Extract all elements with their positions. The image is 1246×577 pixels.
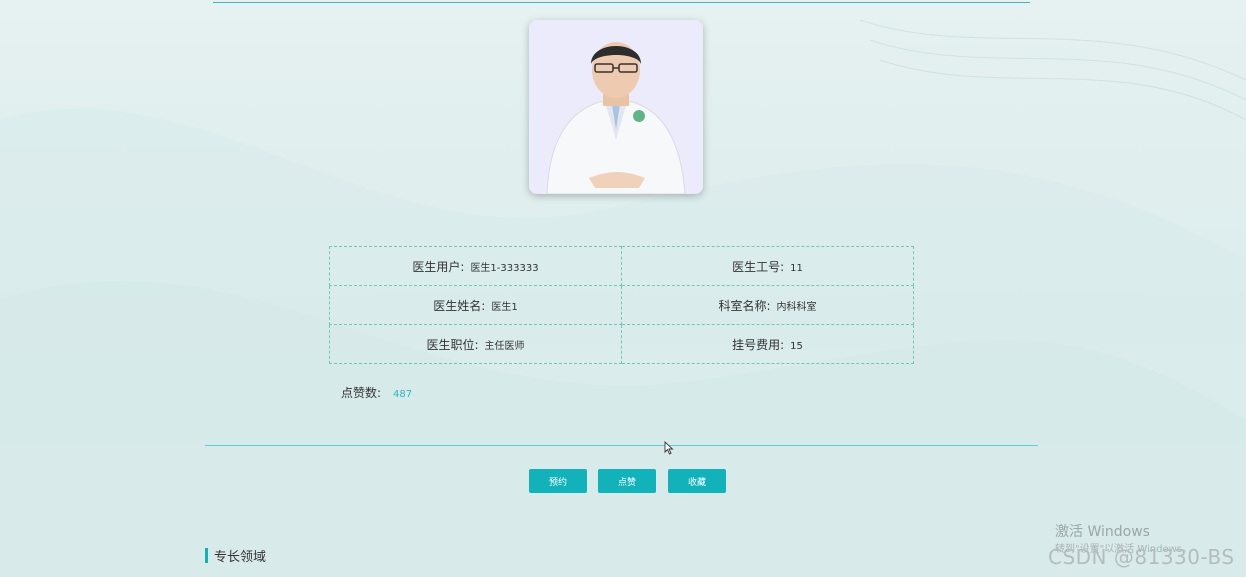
info-cell-id: 医生工号: 11 — [621, 246, 914, 286]
table-row: 医生用户: 医生1-333333 医生工号: 11 — [329, 246, 914, 286]
info-value: 主任医师 — [484, 340, 525, 352]
info-label: 挂号费用: — [732, 337, 785, 352]
book-appointment-button[interactable]: 预约 — [529, 469, 587, 493]
favorite-button[interactable]: 收藏 — [668, 469, 726, 493]
like-button[interactable]: 点赞 — [598, 469, 656, 493]
info-label: 医生用户: — [412, 259, 465, 274]
info-value: 内科科室 — [776, 301, 817, 313]
csdn-watermark: CSDN @81330-BS — [1048, 545, 1235, 569]
info-value: 15 — [790, 340, 803, 352]
table-row: 医生职位: 主任医师 挂号费用: 15 — [329, 324, 914, 364]
info-cell-title: 医生职位: 主任医师 — [329, 324, 622, 364]
like-count-label: 点赞数: — [341, 386, 382, 400]
section-accent-bar — [205, 548, 208, 563]
top-divider — [213, 2, 1030, 3]
table-row: 医生姓名: 医生1 科室名称: 内科科室 — [329, 285, 914, 325]
info-value: 医生1-333333 — [470, 262, 539, 274]
info-label: 医生姓名: — [433, 298, 486, 313]
specialty-section-title: 专长领域 — [205, 546, 266, 565]
info-cell-name: 医生姓名: 医生1 — [329, 285, 622, 325]
like-count-value: 487 — [393, 389, 413, 400]
like-count: 点赞数: 487 — [341, 384, 412, 401]
info-label: 科室名称: — [718, 298, 771, 313]
mouse-cursor-icon — [664, 441, 674, 455]
section-title-text: 专长领域 — [214, 550, 267, 565]
info-value: 11 — [790, 262, 803, 274]
info-cell-department: 科室名称: 内科科室 — [621, 285, 914, 325]
info-label: 医生职位: — [426, 337, 479, 352]
section-divider — [205, 445, 1038, 446]
info-label: 医生工号: — [732, 259, 785, 274]
info-cell-user: 医生用户: 医生1-333333 — [329, 246, 622, 286]
info-value: 医生1 — [491, 301, 518, 313]
windows-activation-title: 激活 Windows — [1055, 524, 1150, 540]
doctor-photo — [529, 20, 703, 194]
info-cell-fee: 挂号费用: 15 — [621, 324, 914, 364]
doctor-info-table: 医生用户: 医生1-333333 医生工号: 11 医生姓名: 医生1 科室名称: 内科… — [329, 246, 914, 364]
